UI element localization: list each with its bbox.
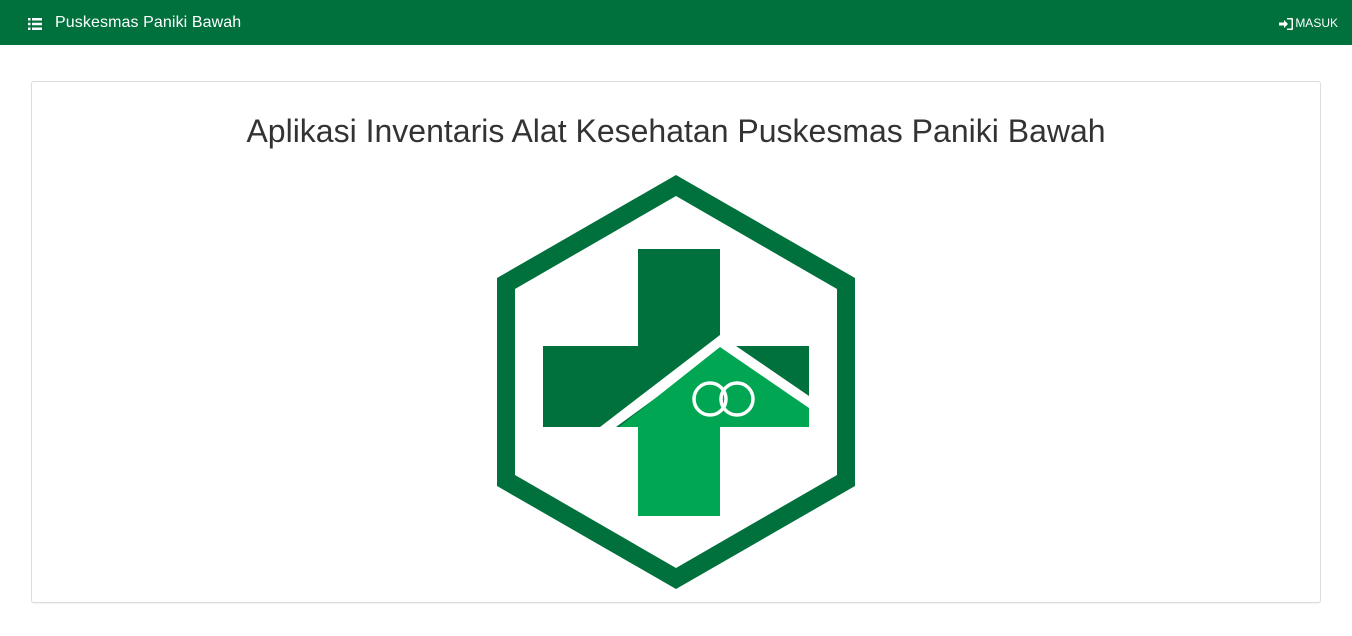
- brand-title: Puskesmas Paniki Bawah: [55, 13, 242, 31]
- login-label: MASUK: [1295, 15, 1338, 30]
- sign-in-icon: [1279, 17, 1294, 30]
- list-icon: [28, 17, 42, 30]
- login-button[interactable]: MASUK: [1279, 0, 1338, 45]
- navbar-brand[interactable]: Puskesmas Paniki Bawah: [28, 0, 241, 45]
- top-navbar: Puskesmas Paniki Bawah MASUK: [0, 0, 1352, 45]
- puskesmas-logo: [496, 175, 856, 589]
- main-panel: Aplikasi Inventaris Alat Kesehatan Puske…: [31, 81, 1321, 603]
- page-title: Aplikasi Inventaris Alat Kesehatan Puske…: [246, 113, 1106, 149]
